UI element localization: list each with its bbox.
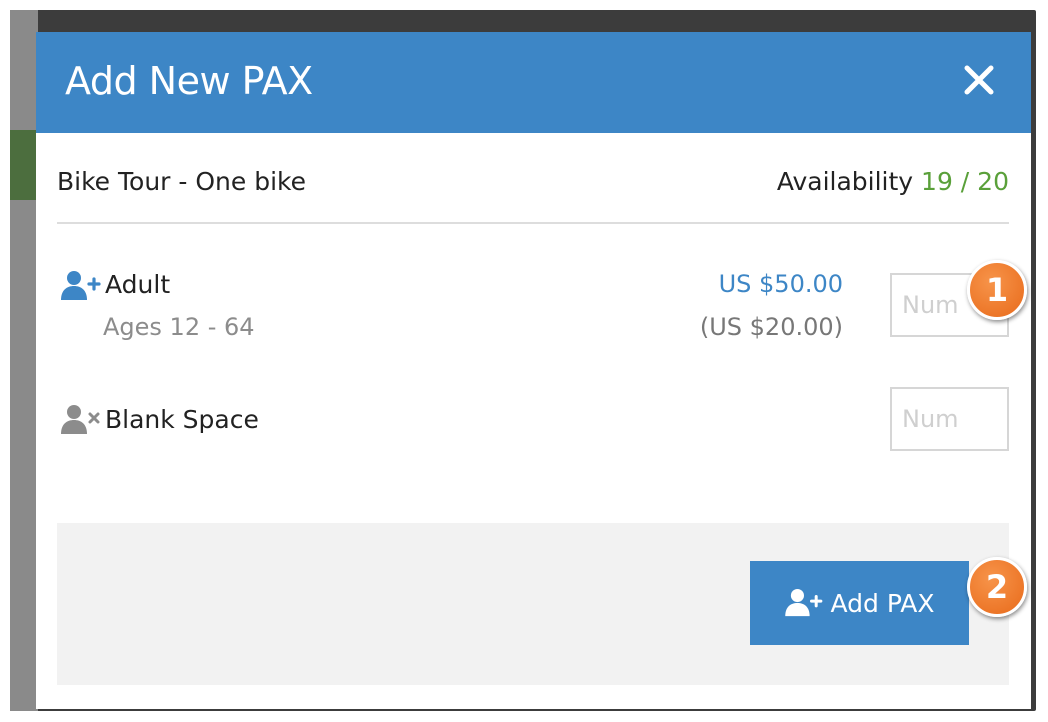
pax-label-adult: Adult	[105, 270, 171, 299]
pax-ages-adult: Ages 12 - 64	[103, 313, 255, 341]
modal-footer: Add PAX	[57, 523, 1009, 685]
pax-row-adult: Adult Ages 12 - 64 US $50.00 (US $20.00)	[57, 262, 1009, 352]
callout-badge-1: 1	[967, 260, 1027, 320]
close-icon[interactable]	[957, 58, 1001, 102]
tour-summary: Bike Tour - One bike Availability 19 / 2…	[57, 133, 1009, 224]
availability-label: Availability	[776, 167, 914, 196]
user-times-icon	[61, 405, 100, 434]
price-adult-secondary: (US $20.00)	[699, 313, 843, 341]
price-adult: US $50.00	[718, 270, 843, 298]
page-backdrop	[10, 10, 38, 711]
tour-name: Bike Tour - One bike	[57, 167, 306, 196]
callout-badge-2: 2	[967, 557, 1027, 617]
modal-header: Add New PAX	[36, 32, 1031, 133]
add-pax-button-label: Add PAX	[830, 588, 935, 618]
availability: Availability 19 / 20	[777, 167, 1009, 196]
add-pax-button[interactable]: Add PAX	[750, 561, 969, 645]
pax-label-blank-space: Blank Space	[105, 405, 259, 434]
modal-title: Add New PAX	[65, 59, 313, 103]
user-plus-icon	[61, 271, 101, 300]
quantity-input-blank-space[interactable]	[890, 387, 1009, 451]
pax-row-blank-space: Blank Space	[57, 387, 1009, 457]
user-plus-icon	[785, 588, 823, 617]
backdrop-strip	[10, 130, 38, 200]
availability-count: 19 / 20	[921, 167, 1009, 196]
window-frame: Add New PAX Bike Tour - One bike Availab…	[10, 10, 1036, 711]
add-pax-modal: Add New PAX Bike Tour - One bike Availab…	[36, 32, 1031, 709]
close-icon-glyph	[964, 65, 994, 95]
